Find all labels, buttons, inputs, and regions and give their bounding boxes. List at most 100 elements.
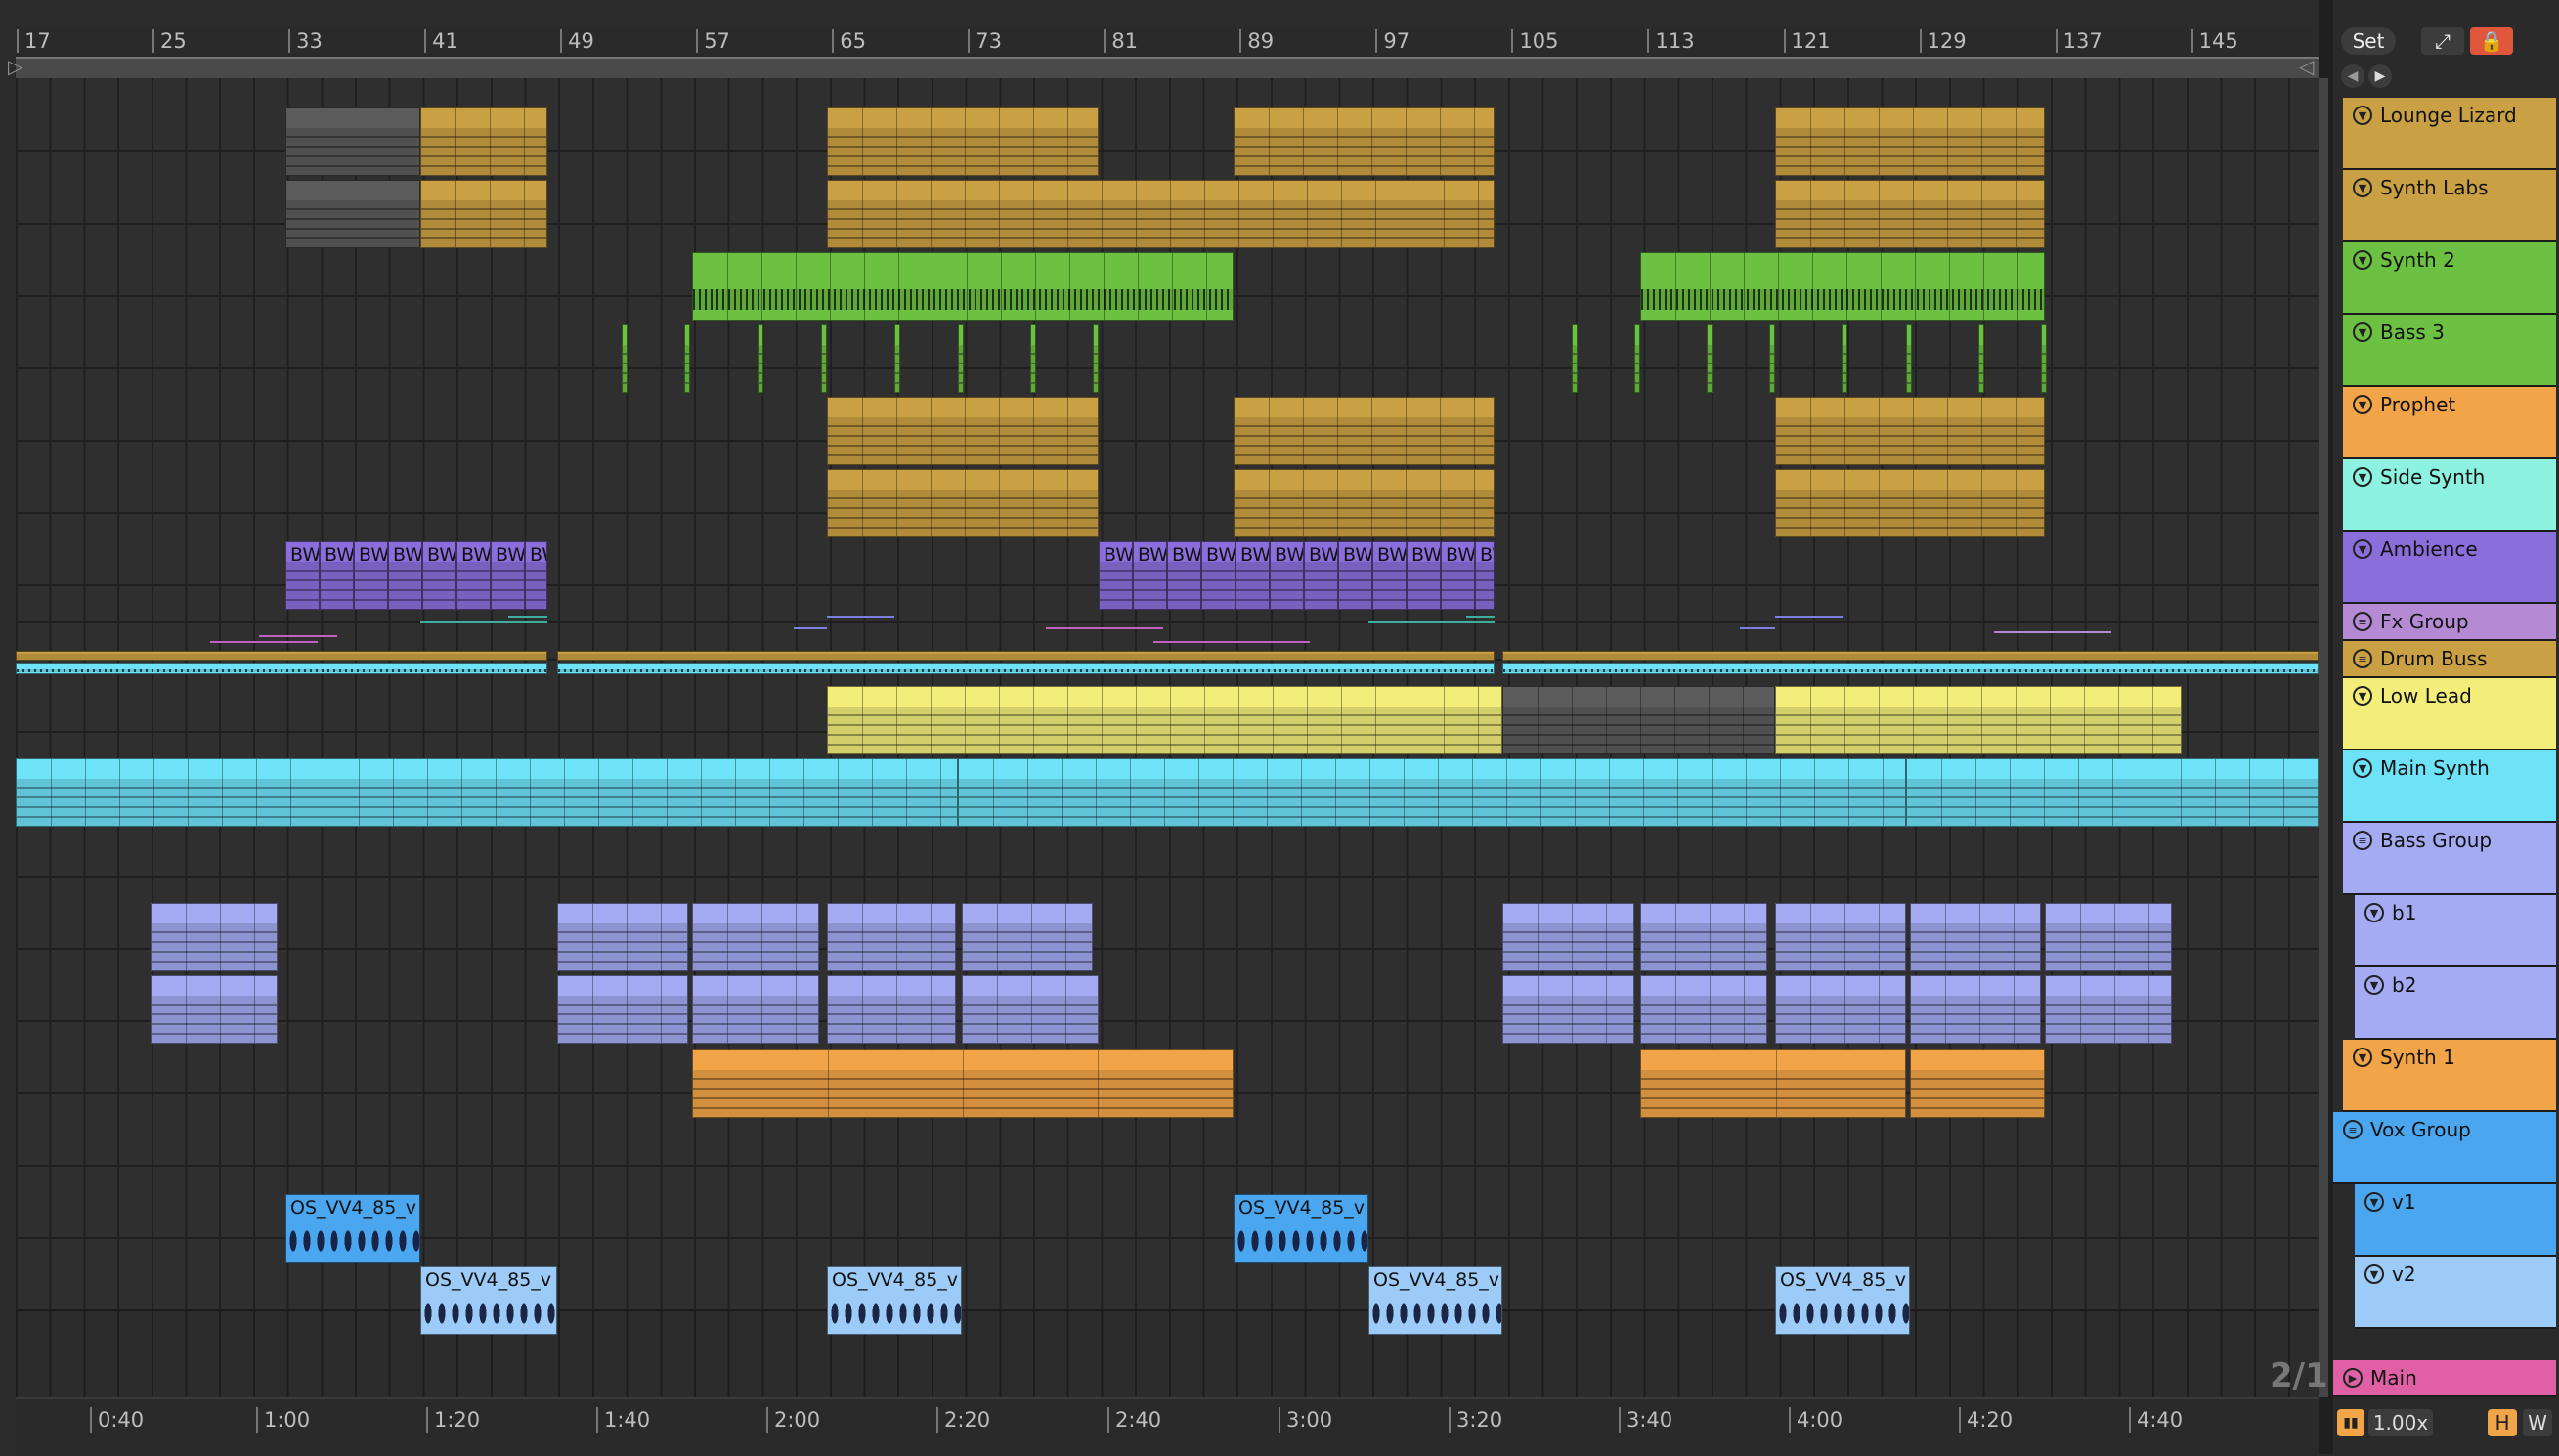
- fold-icon[interactable]: ▼: [2353, 539, 2372, 559]
- loop-end-icon[interactable]: ◁: [2299, 57, 2314, 76]
- midi-clip[interactable]: [962, 903, 1093, 971]
- midi-clip[interactable]: [1769, 324, 1775, 393]
- midi-clip[interactable]: [1234, 469, 1495, 537]
- fold-icon[interactable]: ▼: [2353, 322, 2372, 342]
- midi-clip[interactable]: [827, 469, 1099, 537]
- set-button[interactable]: Set: [2341, 27, 2396, 55]
- track-header-drum-buss[interactable]: ≡ Drum Buss: [2343, 641, 2556, 678]
- midi-clip[interactable]: [151, 975, 278, 1044]
- midi-clip[interactable]: [2045, 975, 2172, 1044]
- track-header-synth-1[interactable]: ▼ Synth 1: [2343, 1040, 2556, 1112]
- midi-clip[interactable]: [1234, 107, 1495, 176]
- midi-clip[interactable]: [1978, 324, 1984, 393]
- midi-clip[interactable]: [684, 324, 690, 393]
- midi-clip[interactable]: BW: [285, 541, 320, 610]
- audio-clip[interactable]: OS_VV4_85_v: [1234, 1194, 1368, 1263]
- track-header-prophet[interactable]: ▼ Prophet: [2343, 387, 2556, 459]
- beat-ruler[interactable]: ▷ ◁ 17 25 33 41 49 57 65 73 81 89 97 105 113 121 129 13…: [8, 27, 2319, 78]
- midi-clip[interactable]: [827, 180, 1495, 248]
- audio-clip[interactable]: OS_VV4_85_v: [420, 1266, 557, 1335]
- midi-clip[interactable]: [1502, 686, 1775, 754]
- midi-clip[interactable]: [1640, 1049, 1906, 1118]
- audio-clip[interactable]: OS_VV4_85_v: [1775, 1266, 1910, 1335]
- track-header-fx-group[interactable]: ≡ Fx Group: [2343, 604, 2556, 641]
- fold-icon[interactable]: ▼: [2353, 1048, 2372, 1067]
- midi-clip[interactable]: [827, 903, 956, 971]
- midi-clip[interactable]: [1775, 107, 2045, 176]
- midi-clip[interactable]: [962, 975, 1099, 1044]
- track-header-v1[interactable]: ▼ v1: [2355, 1184, 2556, 1257]
- track-header-synth-labs[interactable]: ▼ Synth Labs: [2343, 170, 2556, 242]
- midi-clip[interactable]: BW: [422, 541, 456, 610]
- loop-start-icon[interactable]: ▷: [8, 57, 22, 76]
- midi-clip[interactable]: [692, 903, 819, 971]
- track-header-v2[interactable]: ▼ v2: [2355, 1257, 2556, 1329]
- group-icon[interactable]: ≡: [2353, 831, 2372, 850]
- audio-clip[interactable]: OS_VV4_85_v: [827, 1266, 962, 1335]
- group-icon[interactable]: ≡: [2353, 612, 2372, 631]
- track-header-main[interactable]: ▶ Main: [2333, 1360, 2556, 1397]
- midi-clip[interactable]: [420, 180, 547, 248]
- midi-clip[interactable]: BW: [1167, 541, 1201, 610]
- time-ruler[interactable]: 0:40 1:00 1:20 1:40 2:00 2:20 2:40 3:00 3:20 3:40…: [16, 1397, 2319, 1456]
- fold-icon[interactable]: ▼: [2364, 1192, 2384, 1212]
- midi-clip[interactable]: BW: [1407, 541, 1441, 610]
- midi-clip[interactable]: [285, 107, 420, 176]
- midi-clip[interactable]: [1910, 1049, 2045, 1118]
- midi-clip[interactable]: BW: [1304, 541, 1338, 610]
- audio-clip[interactable]: OS_VV4_85_v: [1368, 1266, 1502, 1335]
- midi-clip[interactable]: [692, 975, 819, 1044]
- play-icon[interactable]: ▶: [2343, 1368, 2363, 1388]
- midi-clip[interactable]: BW: [354, 541, 388, 610]
- midi-clip[interactable]: [1093, 324, 1099, 393]
- fold-icon[interactable]: ▼: [2364, 903, 2384, 922]
- midi-clip[interactable]: [557, 651, 1495, 661]
- midi-clip[interactable]: BW: [1475, 541, 1495, 610]
- midi-clip[interactable]: BW: [1441, 541, 1475, 610]
- fold-icon[interactable]: ▼: [2364, 1264, 2384, 1284]
- audio-clip[interactable]: OS_VV4_85_v: [285, 1194, 420, 1263]
- group-icon[interactable]: ≡: [2343, 1120, 2363, 1139]
- track-header-vox-group[interactable]: ≡ Vox Group: [2333, 1112, 2556, 1184]
- h-button[interactable]: H: [2488, 1409, 2517, 1436]
- midi-clip[interactable]: [1502, 663, 2319, 674]
- midi-clip[interactable]: BW: [1236, 541, 1270, 610]
- midi-clip[interactable]: BW: [491, 541, 525, 610]
- midi-clip[interactable]: [1775, 975, 1906, 1044]
- midi-clip[interactable]: [1775, 686, 2182, 754]
- midi-clip[interactable]: [1910, 903, 2041, 971]
- midi-clip[interactable]: BW: [1201, 541, 1236, 610]
- midi-clip[interactable]: [827, 975, 956, 1044]
- midi-clip[interactable]: BW: [1372, 541, 1407, 610]
- midi-clip[interactable]: [1910, 975, 2041, 1044]
- midi-clip[interactable]: [16, 663, 547, 674]
- midi-clip[interactable]: BW: [1099, 541, 1133, 610]
- expand-icon[interactable]: ⤢: [2421, 27, 2464, 55]
- midi-clip[interactable]: [894, 324, 900, 393]
- midi-clip[interactable]: [151, 903, 278, 971]
- fold-icon[interactable]: ▼: [2364, 975, 2384, 995]
- track-header-bass-3[interactable]: ▼ Bass 3: [2343, 315, 2556, 387]
- w-button[interactable]: W: [2523, 1409, 2552, 1436]
- meter-icon[interactable]: ▮▮: [2337, 1409, 2364, 1436]
- midi-clip[interactable]: [557, 903, 688, 971]
- fold-icon[interactable]: ▼: [2353, 250, 2372, 270]
- forward-arrow-icon[interactable]: ▶: [2368, 64, 2392, 88]
- midi-clip[interactable]: [1502, 975, 1634, 1044]
- midi-clip[interactable]: BW: [456, 541, 491, 610]
- fold-icon[interactable]: ▼: [2353, 395, 2372, 414]
- midi-clip[interactable]: [2041, 324, 2047, 393]
- midi-clip[interactable]: [1775, 180, 2045, 248]
- midi-clip[interactable]: [958, 324, 964, 393]
- track-header-bass-group[interactable]: ≡ Bass Group: [2343, 823, 2556, 895]
- midi-clip[interactable]: [1775, 469, 2045, 537]
- midi-clip[interactable]: [827, 107, 1099, 176]
- midi-clip[interactable]: [821, 324, 827, 393]
- midi-clip[interactable]: [692, 1049, 1234, 1118]
- midi-clip[interactable]: BW: [1270, 541, 1304, 610]
- midi-clip[interactable]: [827, 686, 1502, 754]
- midi-clip[interactable]: [1906, 324, 1912, 393]
- loop-brace-strip[interactable]: [16, 57, 2319, 78]
- midi-clip[interactable]: BW: [1133, 541, 1167, 610]
- midi-clip[interactable]: BW: [1338, 541, 1372, 610]
